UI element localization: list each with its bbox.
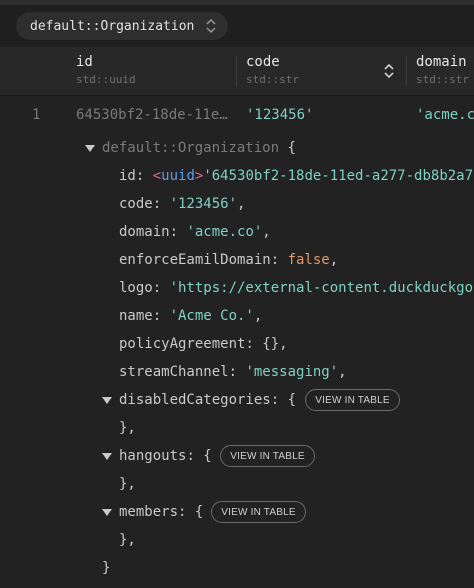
close-brace: }, [119, 420, 136, 436]
link-hangouts: hangouts: { [119, 448, 212, 464]
field-value[interactable]: 'messaging' [245, 364, 338, 380]
field-id: id: <uuid>'64530bf2-18de-11ed-a277-db8b2… [119, 166, 474, 186]
object-header: default::Organization { [102, 138, 296, 158]
type-cast: uuid [161, 168, 195, 184]
field-domain: domain: 'acme.co', [119, 224, 271, 240]
field-value[interactable]: {} [262, 336, 279, 352]
field-key: enforceEamilDomain [119, 252, 271, 268]
row-index: 1 [32, 107, 41, 123]
object-type-name: default::Organization [102, 140, 280, 156]
link-key: members [119, 504, 179, 520]
field-key: code [119, 196, 153, 212]
view-in-table-button[interactable]: VIEW IN TABLE [211, 501, 306, 523]
object-type-label: default::Organization [30, 18, 195, 34]
column-resize-handle[interactable] [236, 56, 237, 86]
column-name: code [246, 54, 280, 70]
column-type: std::str [416, 73, 469, 86]
field-value[interactable]: 'https://external-content.duckduckgo [170, 280, 473, 296]
view-in-table-button[interactable]: VIEW IN TABLE [220, 445, 315, 467]
link-key: hangouts [119, 448, 187, 464]
sort-icon[interactable] [383, 63, 395, 79]
collapse-caret-icon[interactable] [102, 453, 112, 461]
field-enforce-email-domain: enforceEamilDomain: false, [119, 252, 339, 268]
field-key: streamChannel [119, 364, 229, 380]
field-value[interactable]: '123456' [170, 196, 237, 212]
field-logo: logo: 'https://external-content.duckduck… [119, 280, 474, 296]
field-value[interactable]: 'acme.co' [186, 224, 262, 240]
field-stream-channel: streamChannel: 'messaging', [119, 364, 347, 380]
column-header-domain[interactable]: domain std::str [416, 47, 474, 95]
top-edge [0, 0, 474, 5]
object-close-brace: } [102, 560, 111, 576]
view-in-table-button[interactable]: VIEW IN TABLE [305, 389, 400, 411]
collapse-caret-icon[interactable] [102, 509, 112, 517]
column-type: std::uuid [76, 73, 136, 86]
field-key: domain [119, 224, 170, 240]
table-header: id std::uuid code std::str domain std::s… [0, 47, 474, 96]
field-value[interactable]: 'Acme Co.' [170, 308, 254, 324]
close-brace: }, [119, 476, 136, 492]
field-name: name: 'Acme Co.', [119, 308, 263, 324]
chevron-up-down-icon [206, 18, 216, 34]
column-resize-handle[interactable] [406, 56, 407, 86]
cell-code[interactable]: '123456' [246, 105, 313, 125]
field-policy-agreement: policyAgreement: {}, [119, 336, 288, 352]
field-value[interactable]: false [288, 252, 330, 268]
column-name: domain [416, 54, 467, 70]
link-key: disabledCategories [119, 392, 271, 408]
field-key: policyAgreement [119, 336, 246, 352]
cell-domain[interactable]: 'acme.c [416, 105, 474, 125]
column-header-code[interactable]: code std::str [246, 47, 396, 95]
column-type: std::str [246, 73, 299, 86]
collapse-caret-icon[interactable] [85, 145, 95, 153]
field-code: code: '123456', [119, 196, 246, 212]
link-disabled-categories: disabledCategories: { [119, 392, 297, 408]
field-key: id [119, 168, 136, 184]
field-value[interactable]: '64530bf2-18de-11ed-a277-db8b2a72 [203, 168, 474, 184]
open-brace: { [287, 140, 296, 156]
field-key: logo [119, 280, 153, 296]
link-members: members: { [119, 504, 204, 520]
collapse-caret-icon[interactable] [102, 397, 112, 405]
top-bar: default::Organization [0, 0, 474, 47]
object-type-select[interactable]: default::Organization [16, 12, 228, 40]
cell-id[interactable]: 64530bf2-18de-11e… [76, 105, 228, 125]
close-brace: }, [119, 532, 136, 548]
column-name: id [76, 54, 93, 70]
field-key: name [119, 308, 153, 324]
column-header-id[interactable]: id std::uuid [76, 47, 236, 95]
